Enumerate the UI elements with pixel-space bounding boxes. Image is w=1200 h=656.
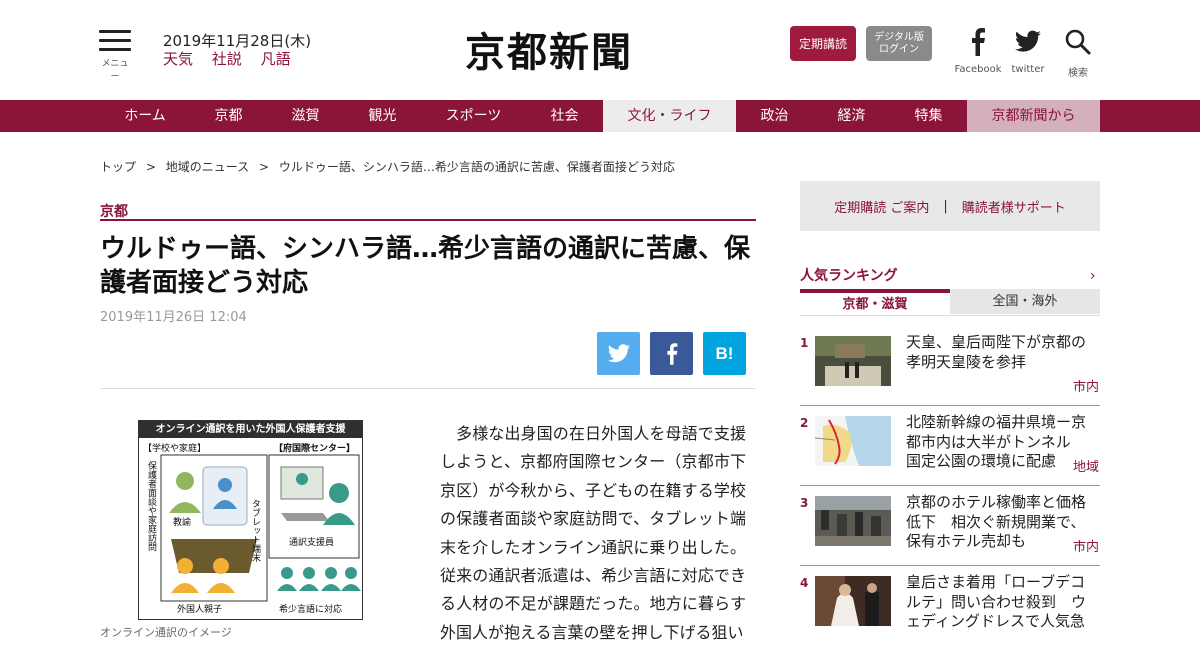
ranking-thumbnail bbox=[815, 416, 891, 466]
figure-support-label: 通訳支援員 bbox=[289, 538, 335, 548]
ranking-divider bbox=[800, 565, 1100, 566]
menu-label: メニュー bbox=[101, 59, 129, 82]
breadcrumb-sep: > bbox=[258, 160, 270, 174]
subscription-info-link[interactable]: 定期購読 ご案内 bbox=[834, 197, 929, 216]
article-body-text: 多様な出身国の在日外国人を母語で支援しようと、京都府国際センター（京都市下京区）… bbox=[440, 424, 746, 642]
facebook-icon bbox=[666, 342, 677, 365]
breadcrumb-current: ウルドゥー語、シンハラ語…希少言語の通訳に苦慮、保護者面接どう対応 bbox=[278, 160, 675, 174]
digital-label: デジタル版 bbox=[874, 32, 924, 43]
hamburger-icon-bar bbox=[99, 48, 131, 51]
ranking-thumbnail-map bbox=[815, 416, 891, 466]
breadcrumb-top[interactable]: トップ bbox=[100, 160, 136, 174]
article-figure[interactable]: オンライン通訳を用いた外国人保護者支援 【学校や家庭】 【府国際センター】 保護… bbox=[138, 420, 363, 620]
search-button[interactable]: 検索 bbox=[1050, 28, 1106, 79]
ranking-thumbnail-image bbox=[815, 336, 891, 386]
breadcrumb-sep: > bbox=[145, 160, 156, 174]
hamburger-icon-bar bbox=[99, 39, 131, 42]
reader-support-link[interactable]: 購読者様サポート bbox=[962, 197, 1066, 216]
menu-button[interactable]: メニュー bbox=[99, 30, 133, 82]
quick-links: 天気 社説 凡語 bbox=[163, 48, 305, 69]
category-divider bbox=[100, 219, 756, 221]
ranking-thumbnail-image bbox=[815, 576, 891, 626]
link-separator: | bbox=[943, 198, 948, 214]
breadcrumb-local-news[interactable]: 地域のニュース bbox=[166, 160, 249, 174]
editorial-link[interactable]: 社説 bbox=[212, 50, 242, 68]
ranking-item[interactable]: 3 京都のホテル稼働率と価格低下 相次ぐ新規開業で、保有ホテル売却も 市内 bbox=[800, 493, 1100, 576]
digital-login-button[interactable]: デジタル版 ログイン bbox=[866, 26, 932, 61]
facebook-link[interactable]: Facebook bbox=[950, 28, 1006, 75]
main-nav: ホーム 京都 滋賀 観光 スポーツ 社会 文化・ライフ 政治 経済 特集 京都新… bbox=[0, 100, 1200, 132]
site-logo[interactable]: 京都新聞 bbox=[465, 20, 633, 78]
nav-item-kyoto[interactable]: 京都 bbox=[190, 100, 267, 132]
login-label: ログイン bbox=[879, 43, 919, 55]
article-divider bbox=[100, 388, 756, 389]
ranking-more-arrow[interactable]: › bbox=[1090, 268, 1096, 284]
subscription-box: 定期購読 ご案内 | 購読者様サポート bbox=[800, 181, 1100, 231]
share-hatena-button[interactable]: B! bbox=[703, 332, 746, 375]
column-link[interactable]: 凡語 bbox=[261, 50, 291, 68]
search-label: 検索 bbox=[1068, 68, 1088, 79]
ranking-tag: 市内 bbox=[1068, 536, 1099, 555]
nav-item-features[interactable]: 特集 bbox=[890, 100, 967, 132]
search-icon bbox=[1065, 29, 1091, 55]
ranking-thumbnail bbox=[815, 576, 891, 626]
article-body: 多様な出身国の在日外国人を母語で支援しようと、京都府国際センター（京都市下京区）… bbox=[440, 420, 746, 647]
ranking-headline: 皇后さま着用「ローブデコルテ」問い合わせ殺到 ウェディングドレスで人気急 bbox=[906, 573, 1087, 630]
ranking-tag: 地域 bbox=[1068, 456, 1099, 475]
ranking-divider bbox=[800, 405, 1100, 406]
figure-caption: オンライン通訳のイメージ bbox=[100, 626, 232, 639]
ranking-title: 人気ランキング bbox=[800, 268, 898, 284]
hamburger-icon bbox=[99, 30, 131, 33]
site-header: メニュー 2019年11月28日(木) 天気 社説 凡語 京都新聞 定期講読 デ… bbox=[0, 0, 1200, 100]
ranking-number: 2 bbox=[800, 416, 809, 430]
ranking-item[interactable]: 1 天皇、皇后両陛下が京都の孝明天皇陵を参拝 市内 bbox=[800, 333, 1100, 416]
nav-item-from-kyoto-np[interactable]: 京都新聞から bbox=[967, 100, 1100, 132]
ranking-number: 3 bbox=[800, 496, 809, 510]
ranking-number: 4 bbox=[800, 576, 809, 590]
twitter-icon bbox=[1015, 30, 1041, 52]
ranking-thumbnail bbox=[815, 336, 891, 386]
article-title: ウルドゥー語、シンハラ語…希少言語の通訳に苦慮、保護者面接どう対応 bbox=[100, 234, 751, 298]
figure-tablet-label: タブレット端末 bbox=[250, 499, 260, 562]
article-date: 2019年11月26日 12:04 bbox=[100, 310, 247, 325]
nav-item-society[interactable]: 社会 bbox=[526, 100, 603, 132]
tab-kyoto-shiga[interactable]: 京都・滋賀 bbox=[800, 289, 950, 316]
nav-item-shiga[interactable]: 滋賀 bbox=[267, 100, 344, 132]
twitter-link[interactable]: twitter bbox=[1000, 28, 1056, 75]
ranking-tag: 市内 bbox=[1068, 376, 1099, 395]
nav-item-economy[interactable]: 経済 bbox=[813, 100, 890, 132]
nav-item-sports[interactable]: スポーツ bbox=[421, 100, 526, 132]
nav-item-tourism[interactable]: 観光 bbox=[344, 100, 421, 132]
ranking-item[interactable]: 2 北陸新幹線の福井県境ー京都市内は大半がトンネル 国定公園の環境に配慮 地域 bbox=[800, 413, 1100, 496]
nav-item-culture-life[interactable]: 文化・ライフ bbox=[603, 100, 736, 132]
ranking-divider bbox=[800, 485, 1100, 486]
tab-national-overseas[interactable]: 全国・海外 bbox=[950, 289, 1100, 314]
ranking-item[interactable]: 4 皇后さま着用「ローブデコルテ」問い合わせ殺到 ウェディングドレスで人気急 bbox=[800, 573, 1100, 656]
figure-teacher-label: 教諭 bbox=[173, 518, 192, 528]
weather-link[interactable]: 天気 bbox=[163, 50, 193, 68]
share-facebook-button[interactable] bbox=[650, 332, 693, 375]
facebook-label: Facebook bbox=[954, 64, 1002, 75]
facebook-icon bbox=[972, 28, 985, 56]
article-category[interactable]: 京都 bbox=[100, 201, 128, 221]
nav-item-home[interactable]: ホーム bbox=[100, 100, 190, 132]
share-twitter-button[interactable] bbox=[597, 332, 640, 375]
ranking-number: 1 bbox=[800, 336, 809, 350]
breadcrumb: トップ > 地域のニュース > ウルドゥー語、シンハラ語…希少言語の通訳に苦慮、… bbox=[100, 158, 681, 175]
twitter-label: twitter bbox=[1011, 64, 1045, 75]
ranking-headline: 天皇、皇后両陛下が京都の孝明天皇陵を参拝 bbox=[906, 333, 1087, 371]
figure-parent-label: 外国人親子 bbox=[177, 605, 223, 615]
ranking-thumbnail-image bbox=[815, 496, 891, 546]
figure-rare-label: 希少言語に対応 bbox=[279, 605, 343, 615]
ranking-thumbnail bbox=[815, 496, 891, 546]
nav-item-politics[interactable]: 政治 bbox=[736, 100, 813, 132]
tab-divider bbox=[800, 315, 1100, 316]
subscribe-button[interactable]: 定期講読 bbox=[790, 26, 856, 61]
twitter-icon bbox=[607, 343, 630, 362]
